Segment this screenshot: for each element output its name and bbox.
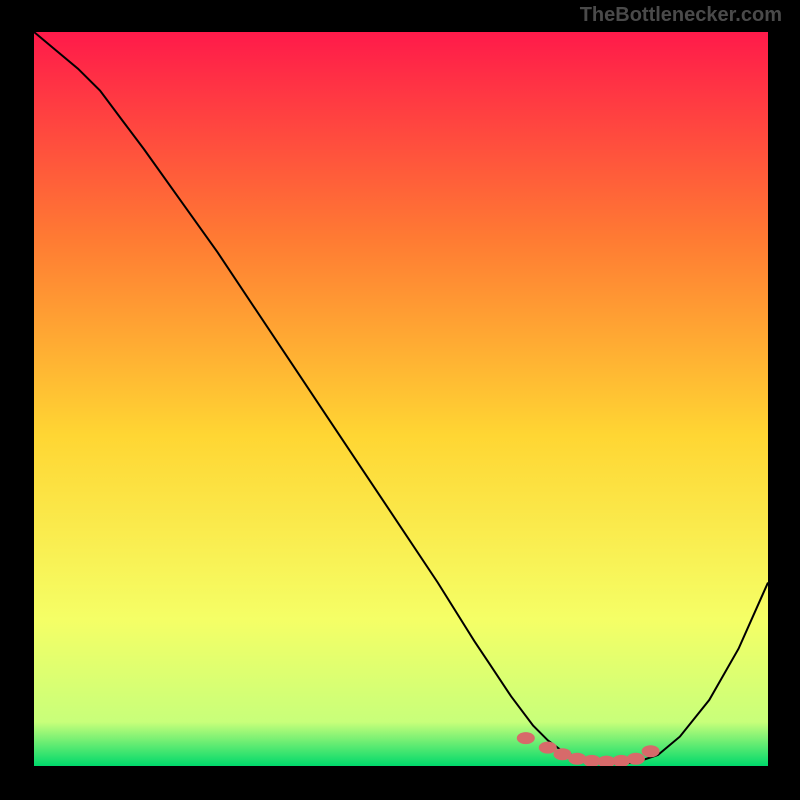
watermark-text: TheBottlenecker.com <box>580 4 782 27</box>
marker-dot <box>517 732 535 744</box>
marker-dot <box>539 742 557 754</box>
marker-dot <box>642 745 660 757</box>
chart-container: TheBottlenecker.com <box>0 0 800 800</box>
gradient-background <box>34 32 768 766</box>
chart-svg <box>34 32 768 766</box>
plot-area <box>34 32 768 766</box>
marker-dot <box>627 753 645 765</box>
